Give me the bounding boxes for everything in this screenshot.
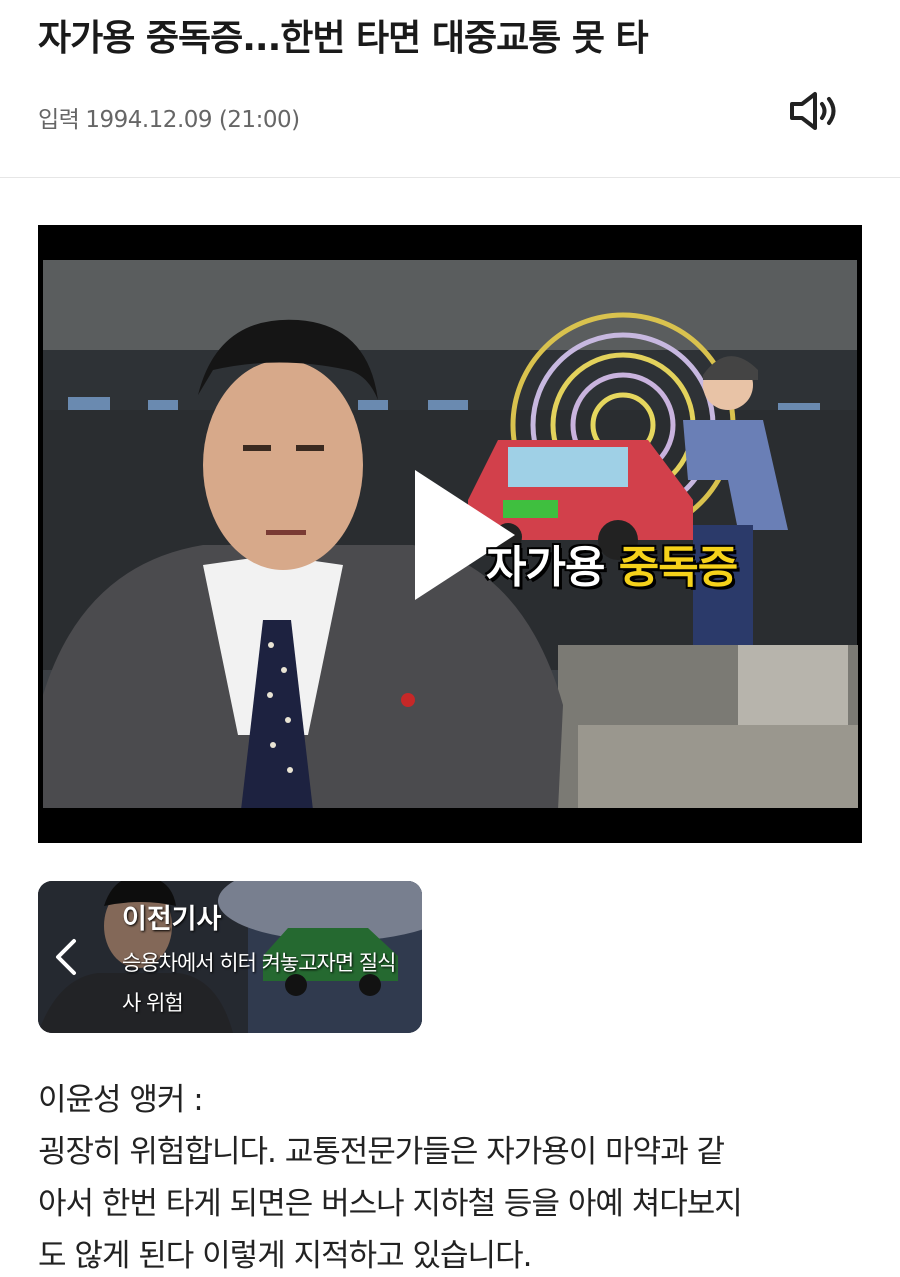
previous-article-label: 이전기사 bbox=[122, 904, 222, 935]
date-label: 입력 bbox=[38, 107, 80, 133]
listen-button[interactable] bbox=[786, 86, 844, 136]
body-line: 아서 한번 타게 되면은 버스나 지하철 등을 아예 쳐다보지 bbox=[38, 1186, 743, 1222]
header-divider bbox=[0, 177, 900, 178]
video-caption: 자가용 중독증 bbox=[486, 531, 738, 595]
caption-text-2: 중독증 bbox=[618, 542, 738, 593]
previous-article-summary: 승용차에서 히터 켜놓고자면 질식사 위험 bbox=[122, 951, 397, 1015]
article-body: 이윤성 앵커 : 굉장히 위험합니다. 교통전문가들은 자가용이 마약과 같 아… bbox=[38, 1074, 868, 1277]
chevron-left-icon bbox=[56, 939, 76, 975]
previous-article-card[interactable]: 이전기사 승용차에서 히터 켜놓고자면 질식사 위험 bbox=[38, 881, 422, 1033]
video-player[interactable]: 자가용 중독증 bbox=[38, 225, 862, 843]
caption-text-1: 자가용 bbox=[486, 542, 619, 593]
article-title: 자가용 중독증...한번 타면 대중교통 못 타 bbox=[38, 18, 649, 59]
body-line: 이윤성 앵커 : bbox=[38, 1082, 204, 1118]
article-meta: 입력 1994.12.09 (21:00) bbox=[38, 100, 300, 134]
speaker-volume-icon bbox=[790, 92, 836, 130]
body-line: 도 않게 된다 이렇게 지적하고 있습니다. bbox=[38, 1238, 532, 1274]
body-line: 굉장히 위험합니다. 교통전문가들은 자가용이 마약과 같 bbox=[38, 1134, 725, 1170]
article-date: 1994.12.09 (21:00) bbox=[85, 107, 300, 133]
